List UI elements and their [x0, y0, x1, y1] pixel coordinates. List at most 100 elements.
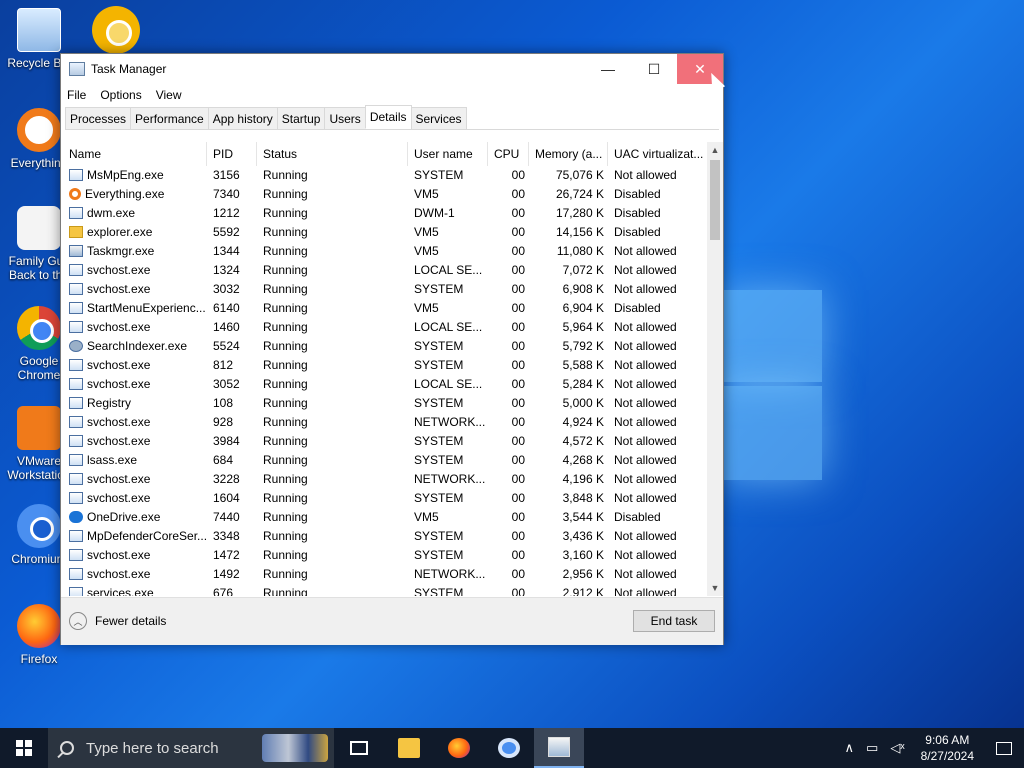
process-name-text: svchost.exe: [87, 282, 151, 296]
tab-details[interactable]: Details: [364, 105, 412, 129]
minimize-button[interactable]: —: [585, 54, 631, 84]
process-icon: [69, 283, 83, 295]
network-icon[interactable]: ▭: [860, 740, 884, 756]
process-icon: [69, 511, 83, 523]
process-name-text: MsMpEng.exe: [87, 168, 164, 182]
tab-app-history[interactable]: App history: [207, 107, 278, 129]
column-header-uac[interactable]: UAC virtualizat...: [608, 142, 707, 166]
table-row[interactable]: OneDrive.exe 7440 Running VM5 00 3,544 K Disab…: [63, 508, 707, 527]
process-memory: 3,848 K: [562, 491, 604, 505]
table-row[interactable]: svchost.exe 812 Running SYSTEM 00 5,588 K Not …: [63, 356, 707, 375]
maximize-button[interactable]: ☐: [631, 54, 677, 84]
table-row[interactable]: MsMpEng.exe 3156 Running SYSTEM 00 75,076 K No…: [63, 166, 707, 185]
process-memory: 5,284 K: [562, 377, 604, 391]
table-row[interactable]: svchost.exe 3052 Running LOCAL SE... 00 5,284…: [63, 375, 707, 394]
process-user: VM5: [414, 301, 439, 315]
column-header-pid[interactable]: PID: [207, 142, 257, 166]
tab-processes[interactable]: Processes: [65, 107, 132, 129]
process-memory: 4,924 K: [562, 415, 604, 429]
column-header-name[interactable]: Name: [63, 142, 207, 166]
process-status: Running: [263, 586, 308, 596]
process-memory: 6,908 K: [562, 282, 604, 296]
process-cpu: 00: [511, 377, 525, 391]
table-row[interactable]: SearchIndexer.exe 5524 Running SYSTEM 00 5,79…: [63, 337, 707, 356]
family-guy-icon: [17, 206, 61, 250]
column-header-memory[interactable]: Memory (a...: [529, 142, 608, 166]
tab-services[interactable]: Services: [410, 107, 467, 129]
start-button[interactable]: [0, 728, 48, 768]
vertical-scrollbar[interactable]: ▲ ▼: [707, 142, 723, 596]
process-icon: [69, 397, 83, 409]
tab-users[interactable]: Users: [324, 107, 366, 129]
process-uac: Not allowed: [614, 244, 677, 258]
tab-performance[interactable]: Performance: [130, 107, 209, 129]
table-row[interactable]: Registry 108 Running SYSTEM 00 5,000 K Not all…: [63, 394, 707, 413]
process-icon: [69, 435, 83, 447]
table-row[interactable]: svchost.exe 1604 Running SYSTEM 00 3,848 K Not…: [63, 489, 707, 508]
process-icon: [69, 226, 83, 238]
table-row[interactable]: svchost.exe 3984 Running SYSTEM 00 4,572 K Not…: [63, 432, 707, 451]
process-user: LOCAL SE...: [414, 263, 483, 277]
table-row[interactable]: svchost.exe 3032 Running SYSTEM 00 6,908 K Not…: [63, 280, 707, 299]
table-row[interactable]: lsass.exe 684 Running SYSTEM 00 4,268 K Not al…: [63, 451, 707, 470]
table-row[interactable]: svchost.exe 1460 Running LOCAL SE... 00 5,964…: [63, 318, 707, 337]
table-row[interactable]: svchost.exe 928 Running NETWORK... 00 4,924 K…: [63, 413, 707, 432]
process-cpu: 00: [511, 206, 525, 220]
process-name: SearchIndexer.exe: [63, 337, 207, 356]
recycle-bin-icon: [17, 8, 61, 52]
process-name-text: OneDrive.exe: [87, 510, 161, 524]
process-uac: Not allowed: [614, 491, 677, 505]
firefox-taskbar-button[interactable]: [434, 728, 484, 768]
volume-muted-icon[interactable]: ◁ˣ: [884, 740, 910, 756]
process-cpu: 00: [511, 339, 525, 353]
table-row[interactable]: MpDefenderCoreSer... 3348 Running SYSTEM 00 3…: [63, 527, 707, 546]
menu-file[interactable]: File: [67, 88, 86, 102]
taskbar-search-box[interactable]: Type here to search: [48, 728, 334, 768]
scroll-up-arrow-icon[interactable]: ▲: [707, 142, 723, 158]
process-uac: Not allowed: [614, 586, 677, 596]
process-pid: 3032: [213, 282, 240, 296]
table-row[interactable]: dwm.exe 1212 Running DWM-1 00 17,280 K Disable…: [63, 204, 707, 223]
title-bar[interactable]: Task Manager — ☐ ✕: [61, 54, 723, 84]
notification-center-button[interactable]: [984, 728, 1024, 768]
clock[interactable]: 9:06 AM 8/27/2024: [911, 732, 984, 764]
end-task-button[interactable]: End task: [633, 610, 715, 632]
process-name: svchost.exe: [63, 489, 207, 508]
tab-startup[interactable]: Startup: [276, 107, 326, 129]
show-hidden-icons-chevron-icon[interactable]: ∧: [839, 740, 861, 756]
table-row[interactable]: svchost.exe 1324 Running LOCAL SE... 00 7,072…: [63, 261, 707, 280]
table-row[interactable]: svchost.exe 1492 Running NETWORK... 00 2,956 …: [63, 565, 707, 584]
task-manager-taskbar-button[interactable]: [534, 728, 584, 768]
task-view-button[interactable]: [334, 728, 384, 768]
process-name: dwm.exe: [63, 204, 207, 223]
chrome-desktop-icon-partial[interactable]: [92, 6, 140, 54]
chromium-taskbar-button[interactable]: [484, 728, 534, 768]
scroll-down-arrow-icon[interactable]: ▼: [707, 580, 723, 596]
process-cpu: 00: [511, 472, 525, 486]
table-row[interactable]: Everything.exe 7340 Running VM5 00 26,724 K Di…: [63, 185, 707, 204]
column-header-user-name[interactable]: User name: [408, 142, 488, 166]
process-pid: 3348: [213, 529, 240, 543]
menu-options[interactable]: Options: [100, 88, 141, 102]
scroll-thumb[interactable]: [710, 160, 720, 240]
table-row[interactable]: services.exe 676 Running SYSTEM 00 2,912 K Not…: [63, 584, 707, 596]
process-cpu: 00: [511, 396, 525, 410]
process-uac: Not allowed: [614, 472, 677, 486]
process-icon: [69, 321, 83, 333]
table-row[interactable]: Taskmgr.exe 1344 Running VM5 00 11,080 K Not a…: [63, 242, 707, 261]
process-name-text: Registry: [87, 396, 132, 410]
table-row[interactable]: StartMenuExperienc... 6140 Running VM5 00 6,9…: [63, 299, 707, 318]
process-memory: 4,196 K: [562, 472, 604, 486]
fewer-details-toggle[interactable]: ︿ Fewer details: [69, 612, 166, 630]
column-header-status[interactable]: Status: [257, 142, 408, 166]
process-name-text: Everything.exe: [85, 187, 165, 201]
process-name-text: svchost.exe: [87, 358, 151, 372]
table-row[interactable]: svchost.exe 3228 Running NETWORK... 00 4,196 …: [63, 470, 707, 489]
process-user: SYSTEM: [414, 339, 464, 353]
file-explorer-button[interactable]: [384, 728, 434, 768]
table-row[interactable]: explorer.exe 5592 Running VM5 00 14,156 K Disa…: [63, 223, 707, 242]
table-row[interactable]: svchost.exe 1472 Running SYSTEM 00 3,160 K Not…: [63, 546, 707, 565]
process-uac: Not allowed: [614, 263, 677, 277]
menu-view[interactable]: View: [156, 88, 182, 102]
column-header-cpu[interactable]: CPU: [488, 142, 529, 166]
